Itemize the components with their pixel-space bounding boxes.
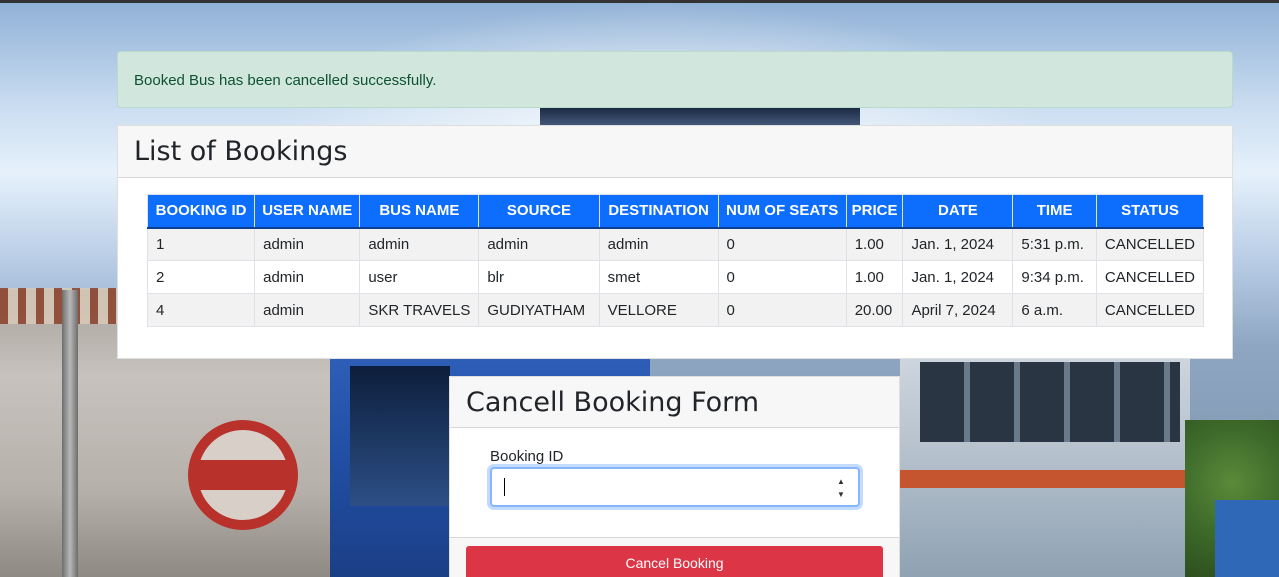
cell-booking-id: 1 — [146, 227, 256, 261]
cell-num-of-seats: 0 — [717, 227, 847, 261]
table-row: 1 admin admin admin admin 0 1.00 Jan. 1,… — [146, 227, 1205, 261]
col-header-booking-id: BOOKING ID — [146, 194, 256, 229]
cell-source: blr — [478, 260, 600, 294]
table-header-row: BOOKING ID USER NAME BUS NAME SOURCE DES… — [146, 194, 1205, 229]
bookings-card-header: List of Bookings — [118, 126, 1232, 178]
bookings-card: List of Bookings BOOKING ID USER NAME BU… — [117, 125, 1233, 359]
cancel-form-footer: Cancel Booking — [450, 537, 899, 577]
bookings-table-wrap: BOOKING ID USER NAME BUS NAME SOURCE DES… — [146, 194, 1205, 327]
cell-price: 1.00 — [845, 227, 904, 261]
col-header-price: PRICE — [845, 194, 904, 229]
col-header-destination: DESTINATION — [598, 194, 719, 229]
top-border — [0, 0, 1279, 3]
cell-source: admin — [478, 227, 600, 261]
cell-time: 6 a.m. — [1012, 293, 1097, 327]
col-header-num-of-seats: NUM OF SEATS — [717, 194, 847, 229]
booking-id-input-wrapper[interactable]: ▲ ▼ — [490, 467, 860, 507]
cell-bus-name: admin — [359, 227, 480, 261]
col-header-status: STATUS — [1095, 194, 1205, 229]
booking-id-label: Booking ID — [490, 448, 564, 465]
col-header-source: SOURCE — [478, 194, 600, 229]
cancel-form-body: Booking ID ▲ ▼ — [450, 428, 899, 507]
success-alert: Booked Bus has been cancelled successful… — [117, 51, 1233, 108]
spinner-down-icon[interactable]: ▼ — [837, 490, 845, 499]
cell-status: CANCELLED — [1095, 260, 1205, 294]
spinner-up-icon[interactable]: ▲ — [837, 477, 845, 486]
cell-source: GUDIYATHAM — [478, 293, 600, 327]
cancel-form-header: Cancell Booking Form — [450, 377, 899, 428]
cell-num-of-seats: 0 — [717, 260, 847, 294]
table-row: 2 admin user blr smet 0 1.00 Jan. 1, 202… — [146, 260, 1205, 294]
cancel-booking-form-card: Cancell Booking Form Booking ID ▲ ▼ Canc… — [449, 376, 900, 577]
cell-user-name: admin — [254, 293, 361, 327]
cell-time: 9:34 p.m. — [1012, 260, 1097, 294]
cell-user-name: admin — [254, 260, 361, 294]
bookings-table: BOOKING ID USER NAME BUS NAME SOURCE DES… — [146, 194, 1205, 327]
cell-booking-id: 2 — [146, 260, 256, 294]
cell-status: CANCELLED — [1095, 293, 1205, 327]
col-header-time: TIME — [1012, 194, 1097, 229]
cell-bus-name: SKR TRAVELS — [359, 293, 480, 327]
cell-booking-id: 4 — [146, 293, 256, 327]
alert-message: Booked Bus has been cancelled successful… — [134, 72, 437, 89]
number-spinner[interactable]: ▲ ▼ — [834, 477, 848, 499]
cell-user-name: admin — [254, 227, 361, 261]
table-row: 4 admin SKR TRAVELS GUDIYATHAM VELLORE 0… — [146, 293, 1205, 327]
cell-price: 1.00 — [845, 260, 904, 294]
cell-status: CANCELLED — [1095, 227, 1205, 261]
cell-destination: admin — [598, 227, 719, 261]
col-header-bus-name: BUS NAME — [359, 194, 480, 229]
text-caret — [504, 478, 505, 496]
cell-date: Jan. 1, 2024 — [902, 260, 1014, 294]
cancel-form-title: Cancell Booking Form — [466, 387, 760, 418]
cell-time: 5:31 p.m. — [1012, 227, 1097, 261]
cell-destination: smet — [598, 260, 719, 294]
cell-price: 20.00 — [845, 293, 904, 327]
cancel-booking-button[interactable]: Cancel Booking — [466, 546, 883, 577]
booking-id-input[interactable] — [492, 469, 822, 505]
cell-bus-name: user — [359, 260, 480, 294]
col-header-date: DATE — [902, 194, 1014, 229]
col-header-user-name: USER NAME — [254, 194, 361, 229]
cell-num-of-seats: 0 — [717, 293, 847, 327]
cell-date: April 7, 2024 — [902, 293, 1014, 327]
cell-destination: VELLORE — [598, 293, 719, 327]
cell-date: Jan. 1, 2024 — [902, 227, 1014, 261]
bookings-title: List of Bookings — [134, 136, 348, 167]
